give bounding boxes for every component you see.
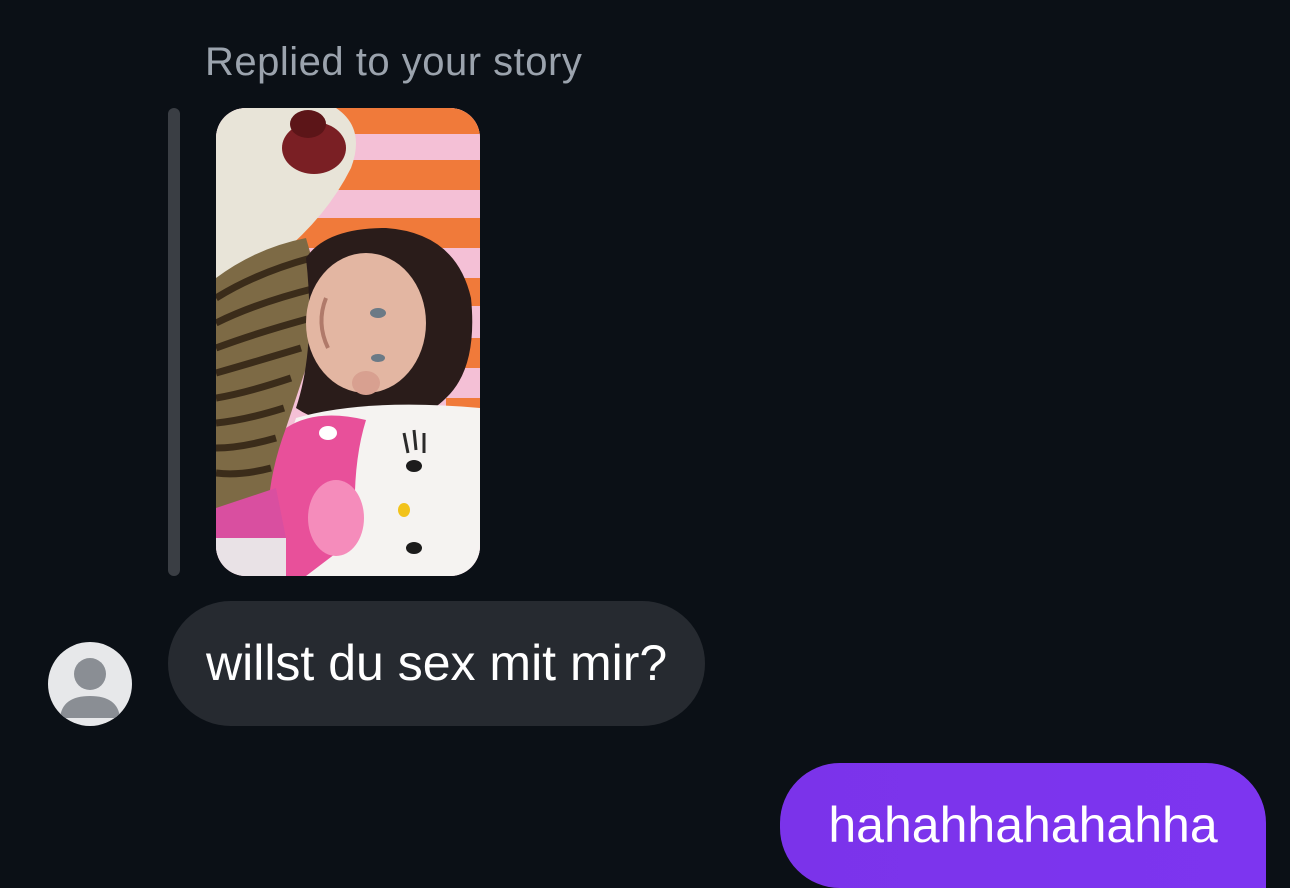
- message-bubble-outgoing[interactable]: hahahhahahahha: [780, 763, 1266, 888]
- default-avatar-icon[interactable]: [48, 642, 132, 726]
- story-reply-label: Replied to your story: [205, 40, 583, 84]
- chat-screen: Replied to your story willst du sex mit …: [0, 0, 1290, 888]
- reply-quote-bar: [168, 108, 180, 576]
- message-bubble-incoming[interactable]: willst du sex mit mir?: [168, 601, 706, 726]
- story-thumbnail[interactable]: [216, 108, 480, 576]
- story-photo: [216, 108, 480, 576]
